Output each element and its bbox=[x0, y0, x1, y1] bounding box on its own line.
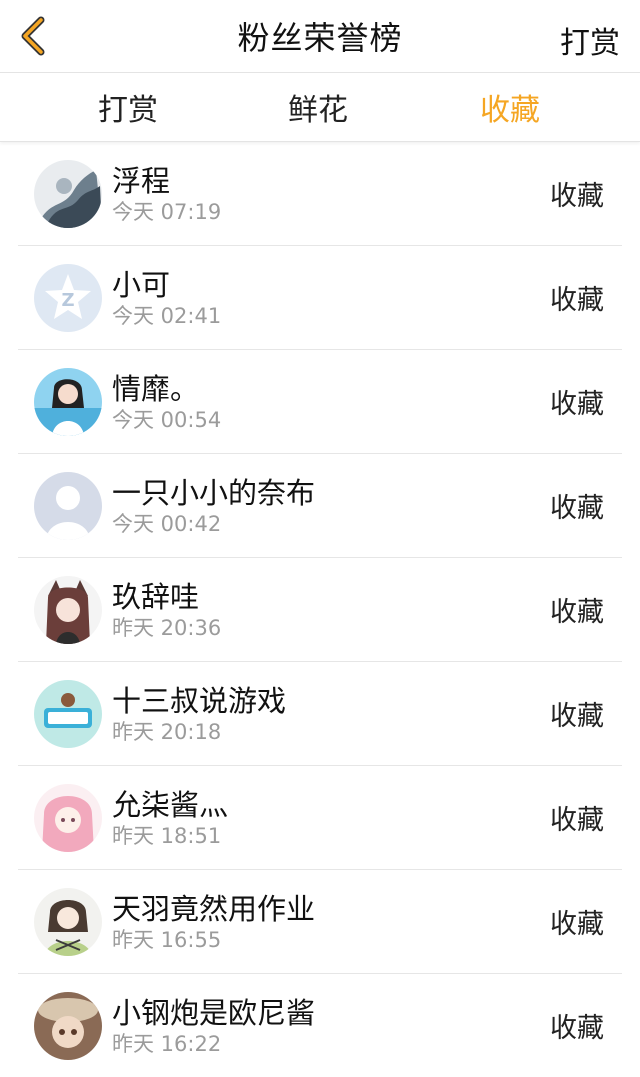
back-button[interactable] bbox=[14, 14, 54, 58]
action-label: 收藏 bbox=[550, 597, 604, 628]
avatar bbox=[34, 679, 102, 748]
list-item[interactable]: 情靡。 今天 00:54 收藏 bbox=[18, 350, 622, 454]
fan-name: 小可 bbox=[112, 267, 171, 302]
list-item[interactable]: Z 小可 今天 02:41 收藏 bbox=[18, 246, 622, 350]
action-label: 收藏 bbox=[550, 909, 604, 940]
avatar bbox=[34, 575, 102, 644]
action-label: 收藏 bbox=[550, 389, 604, 420]
fan-time: 今天 07:19 bbox=[112, 199, 222, 224]
tab-flowers[interactable]: 鲜花 bbox=[256, 85, 380, 129]
action-label: 收藏 bbox=[550, 181, 604, 212]
fan-time: 今天 00:42 bbox=[112, 511, 222, 536]
fan-time: 昨天 20:18 bbox=[112, 719, 222, 744]
fan-list: 浮程 今天 07:19 收藏 Z 小可 今天 02:41 收藏 情靡。 今天 0… bbox=[0, 142, 640, 1077]
action-label: 收藏 bbox=[550, 805, 604, 836]
fan-name: 一只小小的奈布 bbox=[112, 475, 316, 510]
avatar bbox=[34, 159, 102, 228]
list-item[interactable]: 天羽竟然用作业 昨天 16:55 收藏 bbox=[18, 870, 622, 974]
fan-name: 情靡。 bbox=[112, 371, 200, 406]
avatar bbox=[34, 887, 102, 956]
list-item[interactable]: 一只小小的奈布 今天 00:42 收藏 bbox=[18, 454, 622, 558]
list-item[interactable]: 允柒酱灬 昨天 18:51 收藏 bbox=[18, 766, 622, 870]
reward-button[interactable]: 打赏 bbox=[560, 18, 620, 62]
fan-name: 小钢炮是欧尼酱 bbox=[112, 995, 316, 1030]
fan-name: 玖辞哇 bbox=[112, 579, 200, 614]
list-item[interactable]: 小钢炮是欧尼酱 昨天 16:22 收藏 bbox=[18, 974, 622, 1077]
avatar bbox=[34, 991, 102, 1060]
fan-time: 今天 02:41 bbox=[112, 303, 222, 328]
action-label: 收藏 bbox=[550, 1013, 604, 1044]
fan-time: 今天 00:54 bbox=[112, 407, 222, 432]
tab-reward[interactable]: 打赏 bbox=[0, 85, 256, 129]
fan-time: 昨天 20:36 bbox=[112, 615, 222, 640]
chevron-left-icon bbox=[21, 16, 45, 56]
action-label: 收藏 bbox=[550, 493, 604, 524]
list-item[interactable]: 玖辞哇 昨天 20:36 收藏 bbox=[18, 558, 622, 662]
svg-text:Z: Z bbox=[61, 290, 74, 311]
fan-name: 十三叔说游戏 bbox=[112, 683, 287, 718]
avatar bbox=[34, 783, 102, 852]
fan-time: 昨天 16:55 bbox=[112, 927, 222, 952]
action-label: 收藏 bbox=[550, 285, 604, 316]
avatar bbox=[34, 471, 102, 540]
fan-time: 昨天 16:22 bbox=[112, 1031, 222, 1056]
tab-favorites[interactable]: 收藏 bbox=[380, 85, 640, 129]
avatar: Z bbox=[34, 263, 102, 332]
list-item[interactable]: 十三叔说游戏 昨天 20:18 收藏 bbox=[18, 662, 622, 766]
top-bar: 粉丝荣誉榜 打赏 bbox=[0, 0, 640, 73]
page-title: 粉丝荣誉榜 bbox=[237, 19, 403, 57]
avatar bbox=[34, 367, 102, 436]
action-label: 收藏 bbox=[550, 701, 604, 732]
fan-name: 允柒酱灬 bbox=[112, 787, 229, 822]
fan-time: 昨天 18:51 bbox=[112, 823, 222, 848]
list-item[interactable]: 浮程 今天 07:19 收藏 bbox=[18, 142, 622, 246]
fan-name: 浮程 bbox=[112, 163, 171, 198]
fan-name: 天羽竟然用作业 bbox=[112, 891, 316, 926]
tab-bar: 打赏 鲜花 收藏 bbox=[0, 73, 640, 142]
